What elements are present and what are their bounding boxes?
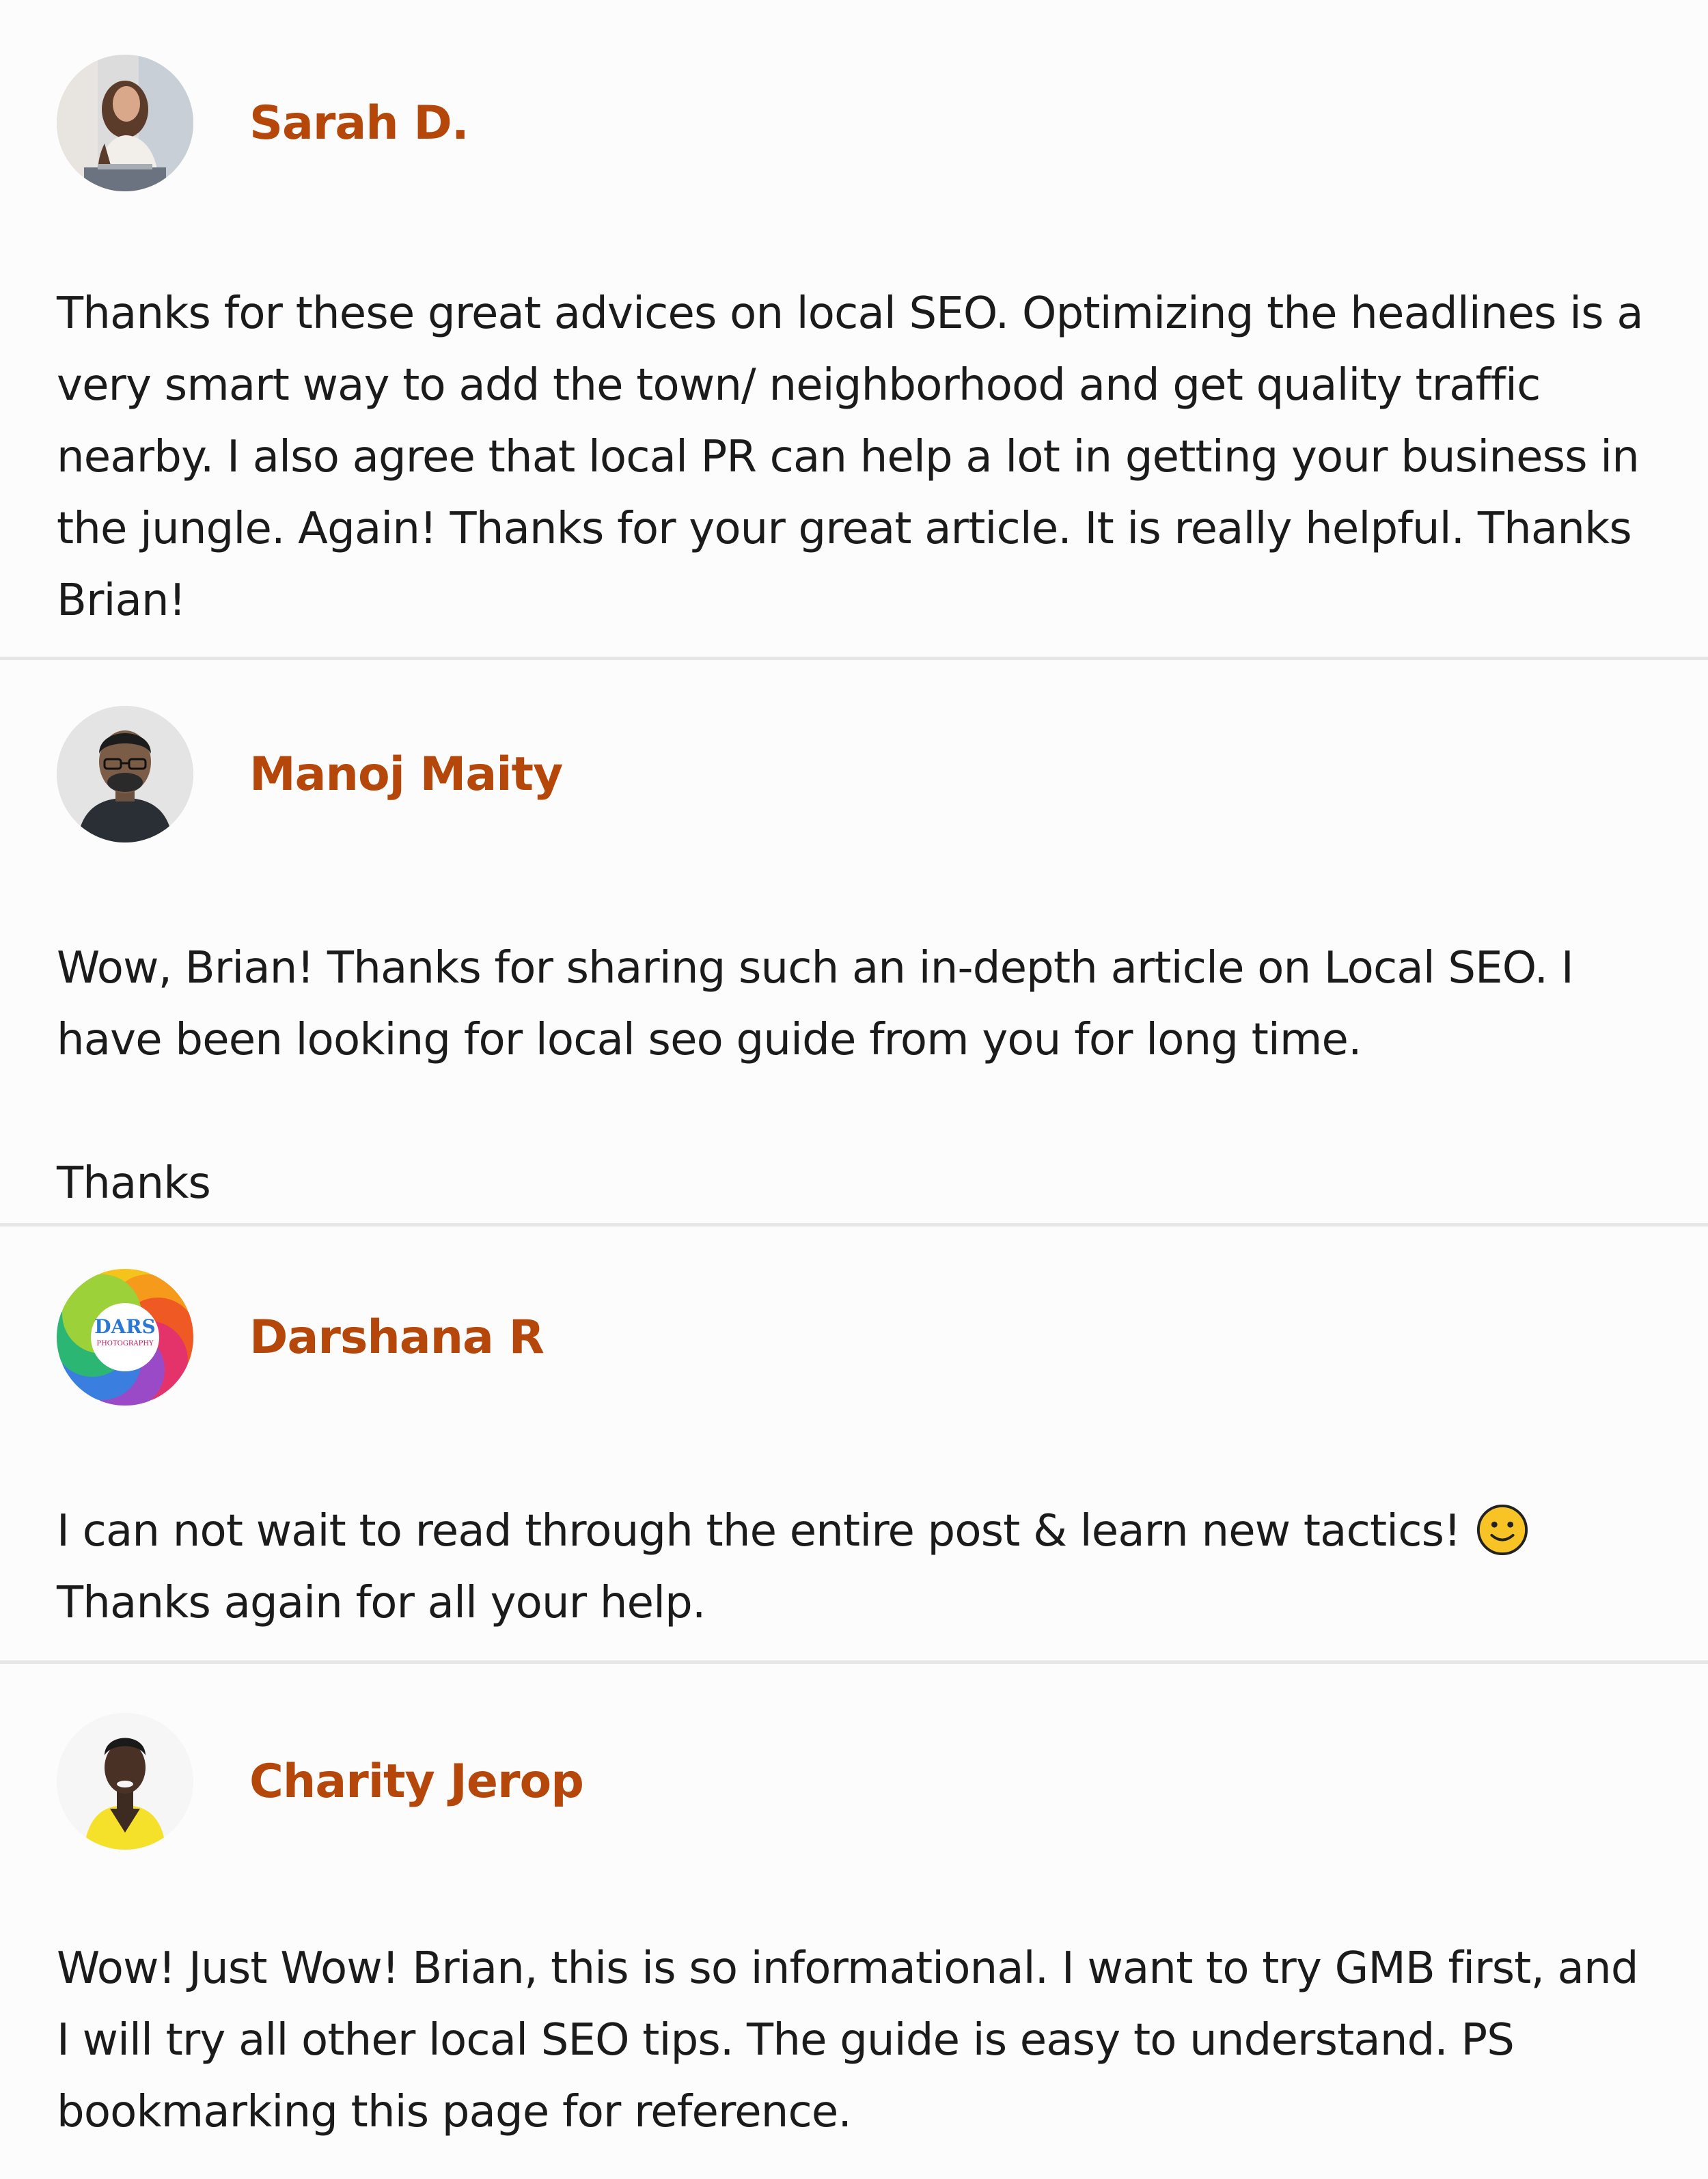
comment-header: DARS PHOTOGRAPHY Darshana R: [57, 1267, 1653, 1407]
author-name[interactable]: Darshana R: [249, 1311, 545, 1365]
comment-header: Sarah D.: [57, 53, 1653, 193]
author-name[interactable]: Manoj Maity: [249, 748, 563, 801]
comment-text: I can not wait to read through the entir…: [57, 1496, 1653, 1639]
woman-yellow-top-avatar[interactable]: [57, 1713, 193, 1850]
comment-header: Charity Jerop: [57, 1712, 1653, 1851]
smiley-face-icon: [1476, 1503, 1529, 1557]
comment-text-part: I can not wait to read through the entir…: [57, 1506, 1461, 1557]
comment: Sarah D. Thanks for these great advices …: [0, 0, 1708, 657]
comment-header: Manoj Maity: [57, 704, 1653, 844]
comment-text-part: Thanks again for all your help.: [57, 1578, 706, 1628]
author-name[interactable]: Charity Jerop: [249, 1755, 584, 1809]
comment-list: Sarah D. Thanks for these great advices …: [0, 0, 1708, 2179]
comment: Manoj Maity Wow, Brian! Thanks for shari…: [0, 657, 1708, 1223]
svg-text:PHOTOGRAPHY: PHOTOGRAPHY: [96, 1340, 154, 1347]
comment: Charity Jerop Wow! Just Wow! Brian, this…: [0, 1660, 1708, 2179]
comment-text: Wow! Just Wow! Brian, this is so informa…: [57, 1943, 1638, 2137]
comment: DARS PHOTOGRAPHY Darshana R I can not wa…: [0, 1223, 1708, 1660]
comment-text: Wow, Brian! Thanks for sharing such an i…: [57, 943, 1574, 1209]
colorful-flower-logo-avatar[interactable]: DARS PHOTOGRAPHY: [57, 1269, 193, 1406]
comment-text: Thanks for these great advices on local …: [57, 288, 1644, 626]
woman-laptop-avatar[interactable]: [57, 55, 193, 191]
author-name[interactable]: Sarah D.: [249, 96, 469, 150]
man-portrait-avatar[interactable]: [57, 706, 193, 842]
svg-text:DARS: DARS: [94, 1315, 156, 1338]
